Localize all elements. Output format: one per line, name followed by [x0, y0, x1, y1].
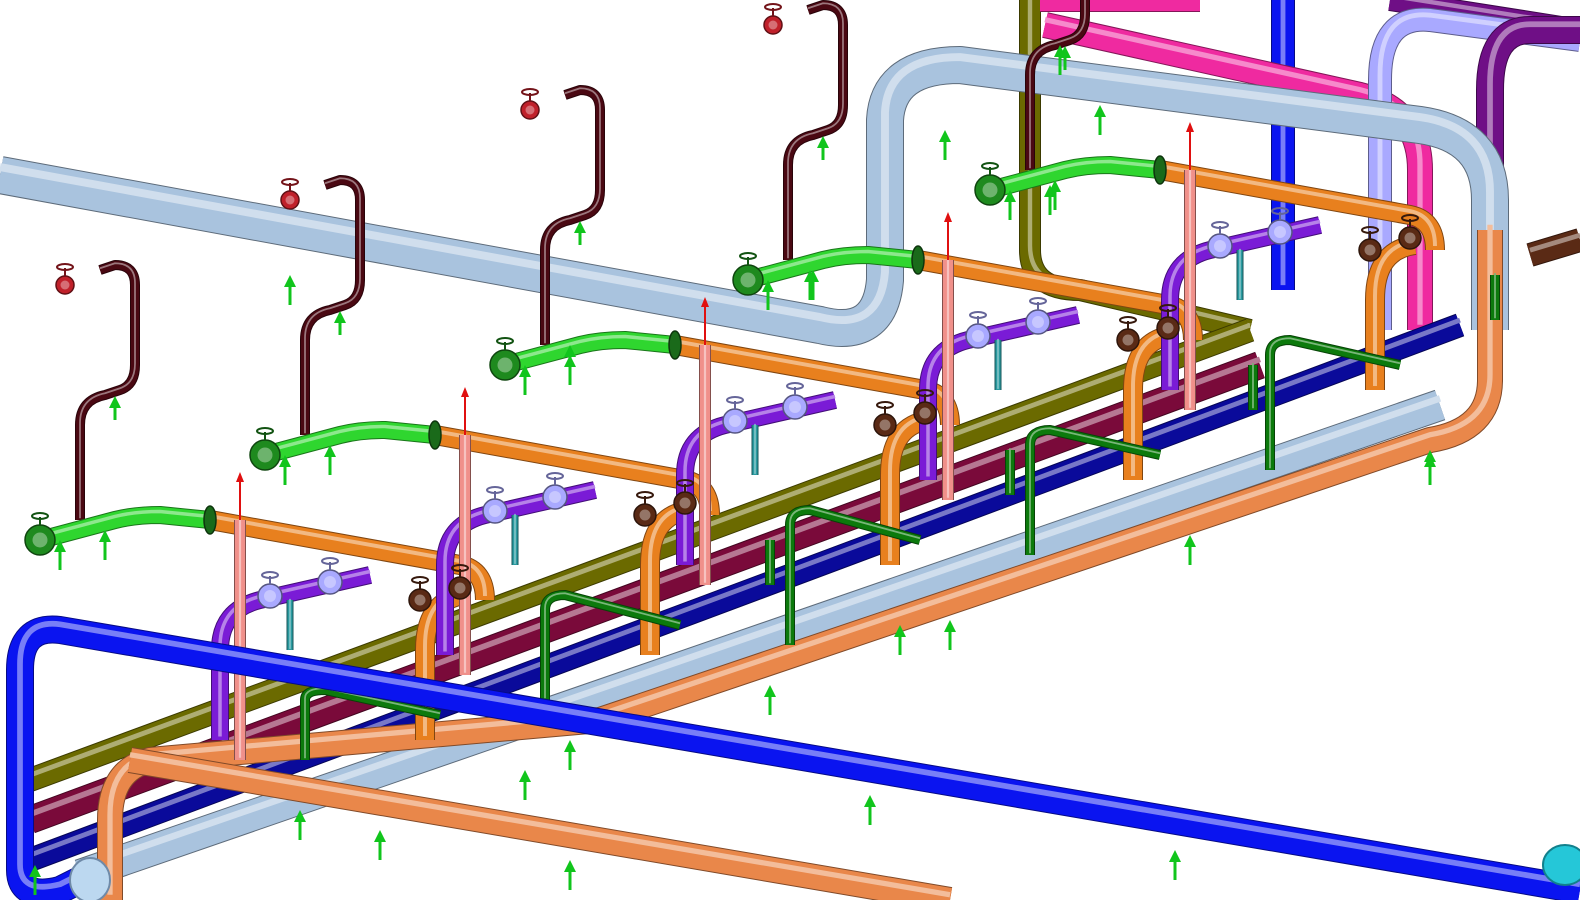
- brown-nozzle-pipe: [1526, 228, 1580, 267]
- handwheel-valve-icon: [1358, 226, 1382, 262]
- up-arrow-icon: [939, 130, 951, 160]
- green-branch-pipe: [262, 421, 436, 464]
- drain-pipe: [540, 85, 605, 345]
- up-arrow-icon: [1184, 535, 1196, 565]
- up-arrow-icon: [324, 445, 336, 475]
- handwheel-valve-icon: [542, 472, 568, 510]
- up-arrow-icon: [99, 530, 111, 560]
- drain-pipe: [783, 0, 848, 260]
- handwheel-valve-icon: [1025, 297, 1051, 335]
- handwheel-valve-icon: [520, 88, 540, 120]
- handwheel-valve-icon: [873, 401, 897, 437]
- up-arrow-icon: [1169, 850, 1181, 880]
- handwheel-valve-icon: [257, 571, 283, 609]
- handwheel-valve-icon: [1156, 304, 1180, 340]
- handwheel-valve-icon: [249, 427, 281, 471]
- pipe-end-cap: [1542, 844, 1580, 886]
- handwheel-valve-icon: [965, 311, 991, 349]
- green-branch-pipe: [502, 331, 676, 374]
- flange-icon: [428, 420, 442, 450]
- up-arrow-icon: [564, 860, 576, 890]
- piping-model-scene[interactable]: [0, 0, 1580, 900]
- up-arrow-icon: [109, 396, 121, 420]
- handwheel-valve-icon: [280, 178, 300, 210]
- up-arrow-icon: [564, 740, 576, 770]
- up-arrow-icon: [284, 275, 296, 305]
- handwheel-valve-icon: [782, 382, 808, 420]
- up-arrow-icon: [1094, 105, 1106, 135]
- handwheel-valve-icon: [974, 162, 1006, 206]
- handwheel-valve-icon: [732, 252, 764, 296]
- up-arrow-icon: [334, 311, 346, 335]
- handwheel-valve-icon: [913, 389, 937, 425]
- flange-icon: [203, 505, 217, 535]
- handwheel-valve-icon: [763, 3, 783, 35]
- handwheel-valve-icon: [673, 479, 697, 515]
- green-branch-pipe: [987, 156, 1161, 199]
- up-arrow-icon: [574, 221, 586, 245]
- green-branch-pipe: [37, 506, 211, 549]
- drain-pipe: [75, 260, 140, 520]
- vent-icon: [1186, 122, 1194, 170]
- vent-icon: [944, 212, 952, 260]
- handwheel-valve-icon: [24, 512, 56, 556]
- handwheel-valve-icon: [1116, 316, 1140, 352]
- vent-icon: [236, 472, 244, 520]
- up-arrow-icon: [864, 795, 876, 825]
- up-arrow-icon: [519, 770, 531, 800]
- handwheel-valve-icon: [55, 263, 75, 295]
- up-arrow-icon: [817, 136, 829, 160]
- flange-icon: [911, 245, 925, 275]
- flange-icon: [1153, 155, 1167, 185]
- vent-icon: [461, 387, 469, 435]
- handwheel-valve-icon: [633, 491, 657, 527]
- flange-icon: [668, 330, 682, 360]
- handwheel-valve-icon: [489, 337, 521, 381]
- pipe-end-cap: [69, 857, 111, 900]
- handwheel-valve-icon: [722, 396, 748, 434]
- handwheel-valve-icon: [317, 557, 343, 595]
- up-arrow-icon: [944, 620, 956, 650]
- 3d-piping-viewport[interactable]: [0, 0, 1580, 900]
- handwheel-valve-icon: [408, 576, 432, 612]
- handwheel-valve-icon: [448, 564, 472, 600]
- handwheel-valve-icon: [1398, 214, 1422, 250]
- up-arrow-icon: [374, 830, 386, 860]
- up-arrow-icon: [764, 685, 776, 715]
- handwheel-valve-icon: [482, 486, 508, 524]
- handwheel-valve-icon: [1207, 221, 1233, 259]
